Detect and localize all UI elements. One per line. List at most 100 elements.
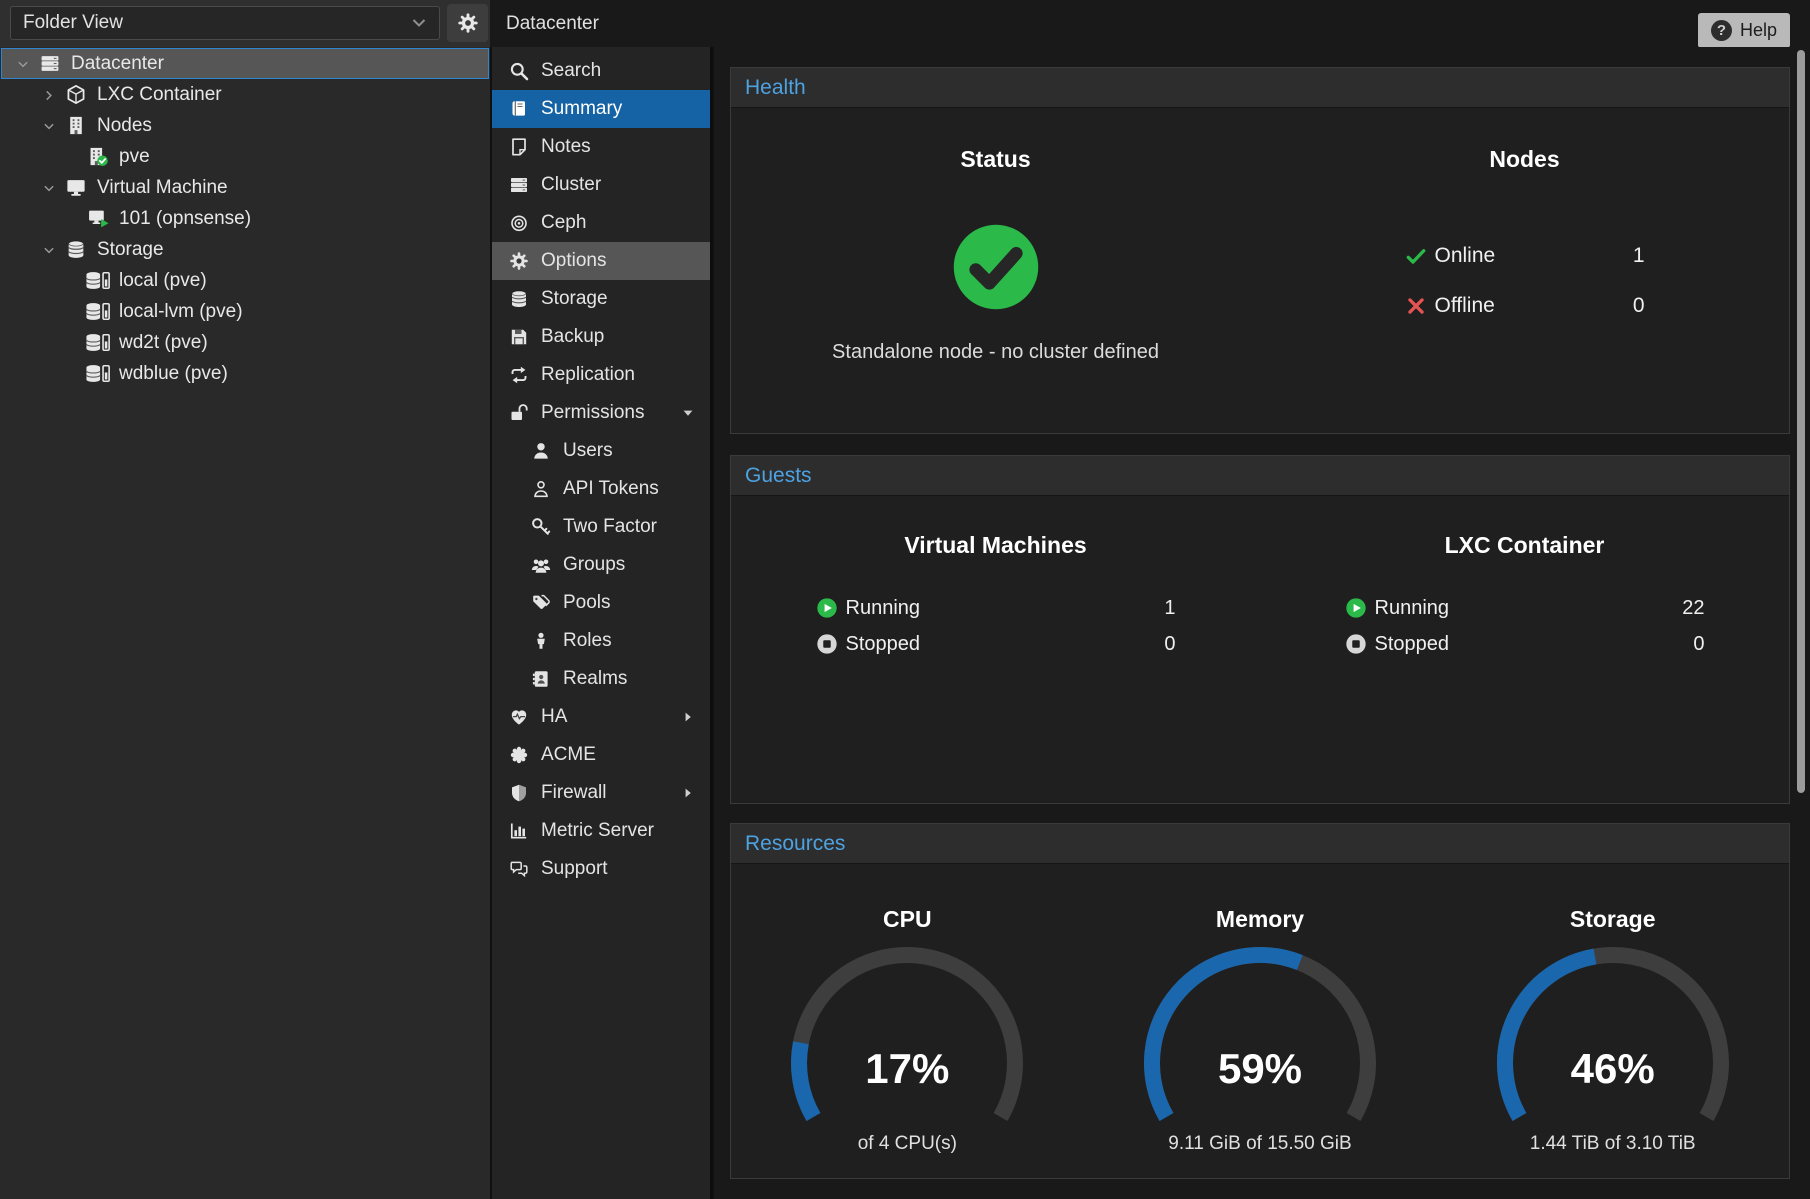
tree-item-label: wdblue (pve) [119,363,228,385]
chevron-down-icon [13,56,33,71]
question-circle-icon: ? [1711,20,1732,41]
database-usage-icon [81,270,115,292]
cluster-status-message: Standalone node - no cluster defined [832,341,1159,364]
status-row-value: 22 [1682,597,1704,620]
nav-item-roles[interactable]: Roles [492,622,710,660]
tree-settings-button[interactable] [447,4,488,42]
gauge-subtitle: 9.11 GiB of 15.50 GiB [1168,1133,1351,1155]
tree-item-101-opnsense[interactable]: 101 (opnsense) [1,203,489,234]
tree-item-pve[interactable]: pve [1,141,489,172]
nav-item-cluster[interactable]: Cluster [492,166,710,204]
nav-item-ha[interactable]: HA [492,698,710,736]
status-row-value: 1 [1633,244,1645,268]
tree-item-lxc-container[interactable]: LXC Container [1,79,489,110]
cpu-usage-gauge: 17% [757,943,1057,1131]
nav-item-metric-server[interactable]: Metric Server [492,812,710,850]
resource-heading: Memory [1216,906,1304,933]
nav-item-options[interactable]: Options [492,242,710,280]
tree-item-local-lvm-pve[interactable]: local-lvm (pve) [1,296,489,327]
tree-item-wd2t-pve[interactable]: wd2t (pve) [1,327,489,358]
tree-item-label: wd2t (pve) [119,332,208,354]
database-icon [59,239,93,261]
nodes-list: Online1Offline0 [1405,241,1645,321]
nav-item-label: Two Factor [563,516,657,538]
nav-item-backup[interactable]: Backup [492,318,710,356]
nav-item-users[interactable]: Users [492,432,710,470]
nav-item-api-tokens[interactable]: API Tokens [492,470,710,508]
nav-item-acme[interactable]: ACME [492,736,710,774]
tree-item-label: local-lvm (pve) [119,301,243,323]
tree-item-wdblue-pve[interactable]: wdblue (pve) [1,358,489,389]
resource-column-cpu: CPU17%of 4 CPU(s) [731,864,1084,1178]
guests-rows: Running1Stopped0 [816,593,1176,659]
status-row-label: Online [1435,244,1496,268]
floppy-icon [507,327,531,348]
heartbeat-icon [507,707,531,728]
nav-item-summary[interactable]: Summary [492,90,710,128]
caret-right-icon [680,709,696,725]
datacenter-nav: Search SummaryNotes Cluster CephOptionsStor… [492,47,712,1199]
tree-item-storage[interactable]: Storage [1,234,489,265]
nav-item-firewall[interactable]: Firewall [492,774,710,812]
nav-item-notes[interactable]: Notes [492,128,710,166]
nav-item-storage[interactable]: Storage [492,280,710,318]
nav-item-groups[interactable]: Groups [492,546,710,584]
chart-icon [507,821,531,842]
vertical-scrollbar-thumb[interactable] [1797,50,1805,793]
check-circle-icon [952,223,1040,311]
status-heading: Status [960,146,1030,173]
resources-panel-body: CPU17%of 4 CPU(s) Memory 59% 9.11 GiB of 15… [731,864,1789,1178]
help-button[interactable]: ? Help [1698,13,1790,48]
nav-item-realms[interactable]: Realms [492,660,710,698]
comments-icon [507,859,531,880]
user-outline-icon [529,479,553,500]
view-selector-value: Folder View [23,12,123,34]
tree-item-nodes[interactable]: Nodes [1,110,489,141]
nav-item-label: Realms [563,668,627,690]
nav-item-two-factor[interactable]: Two Factor [492,508,710,546]
tree-item-datacenter[interactable]: Datacenter [1,48,489,79]
gauge-percent-value: 59% [1110,1045,1410,1093]
seal-icon [507,745,531,766]
user-icon [529,441,553,462]
view-selector[interactable]: Folder View [10,6,440,40]
status-row-value: 0 [1164,633,1175,656]
tree-item-label: LXC Container [97,84,222,106]
monitor-icon [59,177,93,199]
resource-heading: Storage [1570,906,1656,933]
address-book-icon [529,669,553,690]
resource-column-memory: Memory 59% 9.11 GiB of 15.50 GiB [1084,864,1437,1178]
guests-column-heading: LXC Container [1445,532,1605,559]
guests-rows: Running22Stopped0 [1345,593,1705,659]
chevron-down-icon [409,13,429,33]
tree-item-label: Virtual Machine [97,177,228,199]
nav-item-label: Replication [541,364,635,386]
resource-tree: Datacenter LXC Container Nodespve Virtual M… [0,47,490,1199]
guests-column-lxc-container: LXC Container Running22Stopped0 [1260,496,1789,803]
monitor-play-icon [81,208,115,230]
sync-icon [507,365,531,386]
nav-item-ceph[interactable]: Ceph [492,204,710,242]
unlock-icon [507,403,531,424]
tree-item-virtual-machine[interactable]: Virtual Machine [1,172,489,203]
nav-item-label: Search [541,60,601,82]
chevron-down-icon [39,180,59,195]
nav-item-support[interactable]: Support [492,850,710,888]
nav-item-permissions[interactable]: Permissions [492,394,710,432]
building-icon [59,115,93,137]
nav-item-search[interactable]: Search [492,52,710,90]
status-row-label: Stopped [846,633,921,656]
play-circle-icon [816,597,838,619]
stop-circle-icon [816,633,838,655]
main-content: Health Status Standalone node - no clust… [714,47,1810,1199]
person-icon [529,631,553,652]
resources-panel-header: Resources [731,824,1789,864]
resource-column-storage: Storage46%1.44 TiB of 3.10 TiB [1436,864,1789,1178]
tree-item-local-pve[interactable]: local (pve) [1,265,489,296]
nav-item-label: ACME [541,744,596,766]
nav-item-replication[interactable]: Replication [492,356,710,394]
nav-item-pools[interactable]: Pools [492,584,710,622]
nav-item-label: Cluster [541,174,601,196]
database-icon [507,289,531,310]
health-panel: Health Status Standalone node - no clust… [730,67,1790,434]
